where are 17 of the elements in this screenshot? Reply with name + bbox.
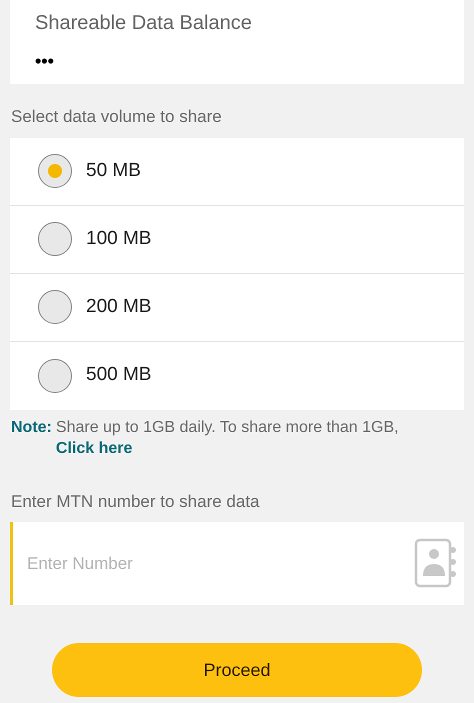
balance-value: •••	[35, 50, 54, 73]
radio-button[interactable]	[38, 358, 72, 392]
radio-button[interactable]	[38, 222, 72, 256]
note-label: Note:	[11, 418, 52, 438]
section-label: Select data volume to share	[11, 106, 222, 128]
section-label: Enter MTN number to share data	[11, 490, 260, 512]
balance-title: Shareable Data Balance	[35, 11, 252, 36]
option-label: 500 MB	[86, 363, 152, 388]
click-here-link[interactable]: Click here	[56, 440, 132, 456]
option-label: 200 MB	[86, 294, 152, 319]
number-field[interactable]: Enter Number	[10, 522, 464, 605]
option-label: 100 MB	[86, 226, 152, 251]
proceed-button[interactable]: Proceed	[52, 643, 422, 697]
option-label: 50 MB	[86, 158, 141, 183]
radio-button[interactable]	[38, 154, 72, 188]
note-text: Share up to 1GB daily. To share more than 1GB, Click here	[56, 418, 400, 458]
radio-button[interactable]	[38, 290, 72, 324]
